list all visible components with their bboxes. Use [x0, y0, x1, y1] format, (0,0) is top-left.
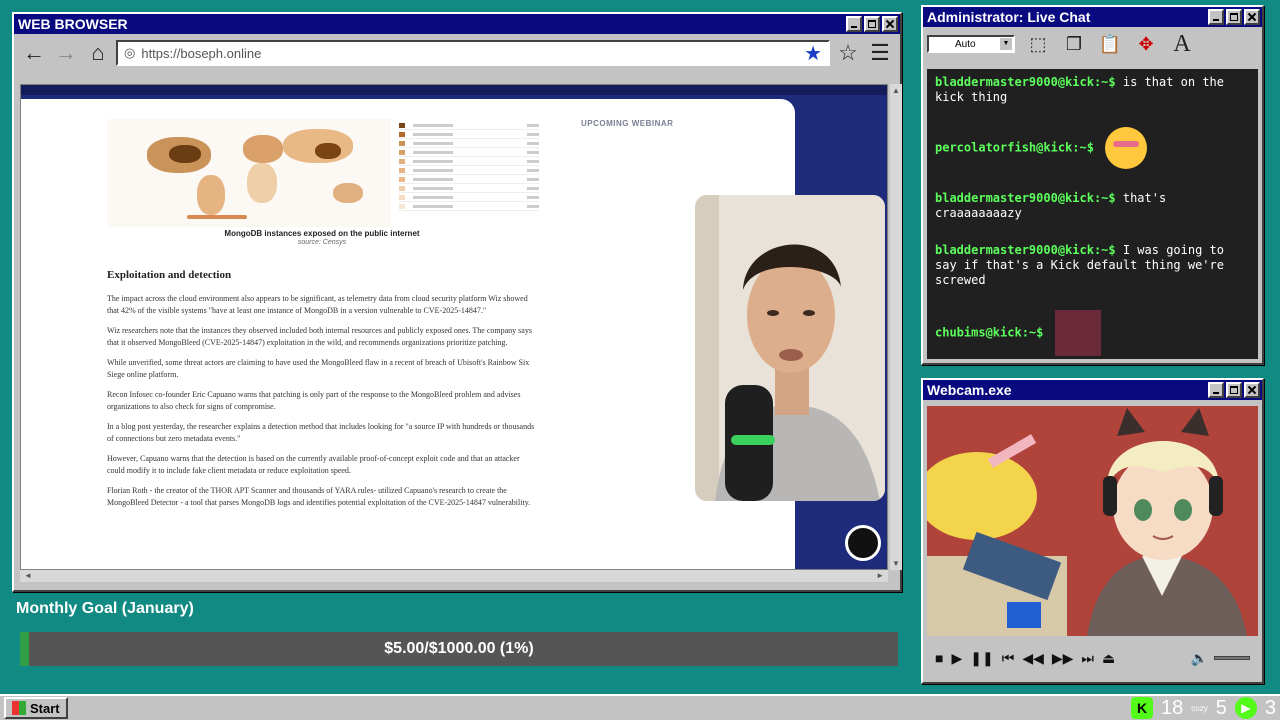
chat-message: bladdermaster9000@kick:~$ I was going to…	[935, 243, 1250, 288]
goal-progress-text: $5.00/$1000.00 (1%)	[384, 640, 534, 657]
minimize-button[interactable]	[1208, 382, 1224, 398]
penguin-logo	[845, 525, 881, 561]
chat-title: Administrator: Live Chat	[927, 9, 1091, 25]
vtuber-avatar-view	[927, 406, 1258, 636]
forward-icon[interactable]: →	[52, 39, 80, 67]
goal-label: Monthly Goal (January)	[16, 600, 194, 617]
cozy-label: cozy	[1191, 703, 1208, 713]
skip-back-icon[interactable]: ⏮	[1002, 650, 1015, 667]
pause-icon[interactable]: ❚❚	[970, 650, 993, 667]
play-icon[interactable]: ▶	[951, 650, 962, 667]
goal-progress-fill	[20, 632, 29, 666]
webcam-title: Webcam.exe	[927, 382, 1012, 398]
select-icon[interactable]: ⬚	[1025, 31, 1051, 57]
close-button[interactable]	[1244, 382, 1260, 398]
goal-progress-bar: $5.00/$1000.00 (1%)	[20, 632, 898, 666]
webcam-window: Webcam.exe ■ ▶ ❚❚ ⏮ ◀◀ ▶▶ ⏭ ⏏ 🔈	[921, 378, 1264, 684]
windows-logo-icon	[12, 701, 26, 715]
chat-toolbar: Auto ⬚ ❐ 📋 ✥ A	[923, 27, 1262, 61]
map-legend	[399, 121, 539, 227]
volume-slider[interactable]	[1214, 656, 1250, 660]
menu-icon[interactable]: ☰	[866, 39, 894, 67]
bookmark-star-icon[interactable]: ★	[804, 41, 822, 66]
streamer-facecam	[695, 195, 885, 501]
chat-message: percolatorfish@kick:~$	[935, 127, 1250, 169]
volume-control[interactable]: 🔈	[1191, 650, 1250, 667]
maximize-button[interactable]	[1226, 382, 1242, 398]
world-map-chart	[107, 119, 391, 227]
browser-navbar: ← → ⌂ ◎ https://boseph.online ★ ☆ ☰	[14, 34, 900, 72]
maximize-button[interactable]	[1226, 9, 1242, 25]
map-caption: MongoDB instances exposed on the public …	[224, 229, 420, 238]
speaker-icon: 🔈	[1190, 649, 1208, 666]
favorites-icon[interactable]: ☆	[834, 39, 862, 67]
webinar-label[interactable]: UPCOMING WEBINAR	[581, 119, 673, 128]
chat-username: chubims@kick:~$	[935, 325, 1044, 340]
copy-icon[interactable]: ❐	[1061, 31, 1087, 57]
fullscreen-icon[interactable]: ✥	[1133, 31, 1159, 57]
chat-message: chubims@kick:~$	[935, 310, 1250, 356]
close-button[interactable]	[1244, 9, 1260, 25]
font-size-select[interactable]: Auto	[927, 35, 1015, 53]
address-bar[interactable]: ◎ https://boseph.online ★	[116, 40, 830, 66]
url-text[interactable]: https://boseph.online	[141, 46, 798, 61]
live-play-icon: ▶	[1234, 697, 1257, 719]
globe-icon: ◎	[124, 45, 136, 60]
viewer-count: 3	[1264, 696, 1276, 719]
start-button[interactable]: Start	[4, 697, 68, 719]
close-button[interactable]	[882, 16, 898, 32]
chat-username: bladdermaster9000@kick:~$	[935, 191, 1116, 205]
rewind-icon[interactable]: ◀◀	[1022, 650, 1044, 667]
fast-forward-icon[interactable]: ▶▶	[1052, 650, 1074, 667]
article-paragraph: The impact across the cloud environment …	[107, 294, 528, 315]
browser-title: WEB BROWSER	[18, 16, 128, 32]
minimize-button[interactable]	[1208, 9, 1224, 25]
article-paragraph: Recon Infosec co-founder Eric Capuano wa…	[107, 390, 521, 411]
skip-forward-icon[interactable]: ⏭	[1081, 650, 1094, 667]
image-emote-icon	[1054, 310, 1101, 356]
font-icon[interactable]: A	[1169, 31, 1195, 57]
vertical-scrollbar[interactable]	[890, 84, 902, 570]
follower-count: 18	[1161, 696, 1184, 719]
sub-count: 5	[1215, 696, 1227, 719]
browser-window: WEB BROWSER ← → ⌂ ◎ https://boseph.onlin…	[12, 12, 902, 592]
article-paragraph: In a blog post yesterday, the researcher…	[107, 422, 535, 443]
stop-icon[interactable]: ■	[935, 650, 943, 666]
article-paragraph: Wiz researchers note that the instances …	[107, 326, 532, 347]
kick-logo-icon: K	[1131, 697, 1154, 719]
article-paragraph: However, Capuano warns that the detectio…	[107, 454, 520, 475]
article-card: MongoDB instances exposed on the public …	[21, 99, 795, 569]
chat-username: bladdermaster9000@kick:~$	[935, 243, 1116, 257]
minimize-button[interactable]	[846, 16, 862, 32]
article-paragraph: While unverified, some threat actors are…	[107, 358, 530, 379]
chat-username: bladdermaster9000@kick:~$	[935, 75, 1116, 89]
system-tray: K 18 cozy 5 ▶ 3	[1131, 697, 1276, 720]
article-body: Exploitation and detection The impact ac…	[107, 269, 537, 517]
start-label: Start	[30, 700, 60, 716]
webcam-titlebar[interactable]: Webcam.exe	[923, 380, 1262, 400]
horizontal-scrollbar[interactable]	[20, 570, 888, 582]
chat-titlebar[interactable]: Administrator: Live Chat	[923, 7, 1262, 27]
map-source: source: Censys	[297, 239, 347, 246]
article-paragraph: Florian Roth - the creator of the THOR A…	[107, 486, 531, 507]
eject-icon[interactable]: ⏏	[1102, 650, 1115, 667]
back-icon[interactable]: ←	[20, 39, 48, 67]
chat-message: bladdermaster9000@kick:~$ that's craaaaa…	[935, 191, 1250, 221]
article-heading: Exploitation and detection	[107, 269, 232, 281]
paste-icon[interactable]: 📋	[1097, 31, 1123, 57]
browser-titlebar[interactable]: WEB BROWSER	[14, 14, 900, 34]
blushing-emote-icon	[1105, 127, 1148, 169]
home-icon[interactable]: ⌂	[84, 39, 112, 67]
taskbar: Start K 18 cozy 5 ▶ 3	[0, 694, 1280, 720]
live-chat-window: Administrator: Live Chat Auto ⬚ ❐ 📋 ✥ A …	[921, 5, 1264, 365]
maximize-button[interactable]	[864, 16, 880, 32]
media-controls: ■ ▶ ❚❚ ⏮ ◀◀ ▶▶ ⏭ ⏏ 🔈	[927, 642, 1258, 674]
chat-message: bladdermaster9000@kick:~$ is that on the…	[935, 75, 1250, 105]
page-viewport[interactable]: MongoDB instances exposed on the public …	[20, 84, 888, 570]
chat-messages[interactable]: bladdermaster9000@kick:~$ is that on the…	[927, 69, 1258, 359]
chat-username: percolatorfish@kick:~$	[935, 140, 1094, 155]
